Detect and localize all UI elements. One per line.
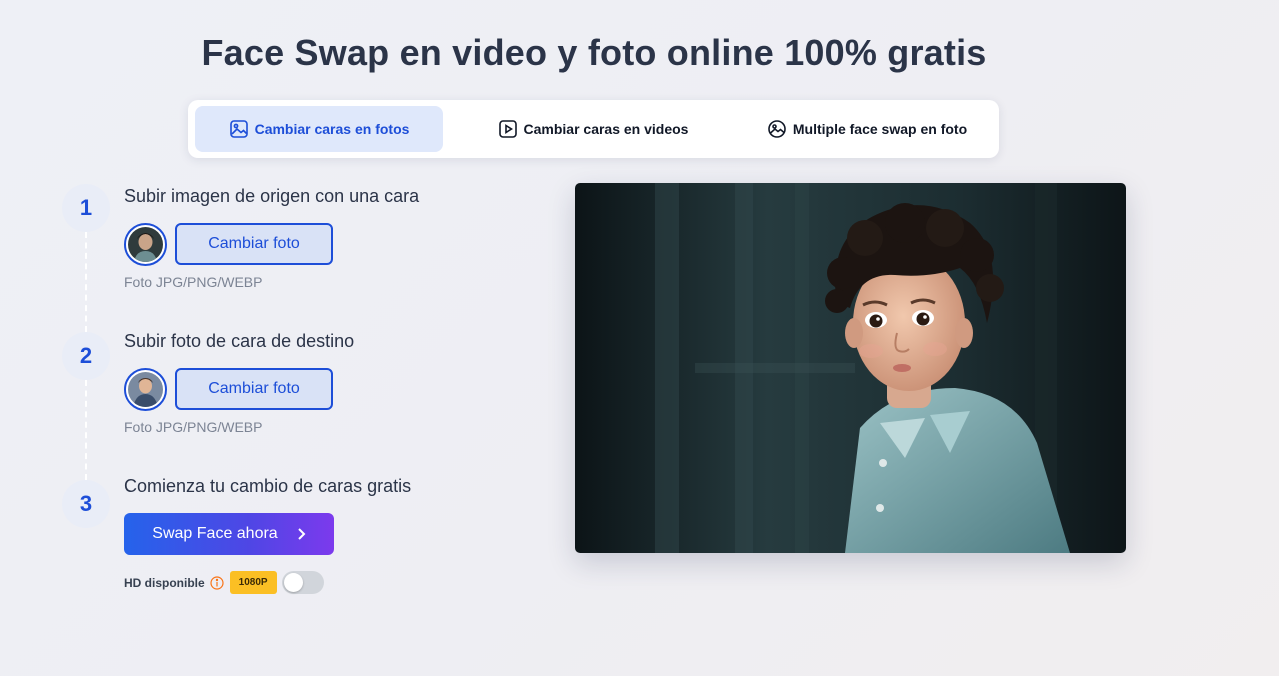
multi-face-image-icon — [767, 119, 787, 139]
step-3-number: 3 — [62, 480, 110, 528]
change-target-photo-button[interactable]: Cambiar foto — [175, 368, 333, 410]
tab-multiple-label: Multiple face swap en foto — [792, 121, 968, 137]
step-2-number: 2 — [62, 332, 110, 380]
result-preview-image — [575, 183, 1126, 553]
source-face-thumbnail[interactable] — [124, 223, 167, 266]
tab-photos[interactable]: Cambiar caras en fotos — [195, 106, 443, 152]
hd-toggle-knob — [283, 573, 303, 592]
hd-toggle[interactable] — [281, 571, 324, 594]
step-2-title: Subir foto de cara de destino — [124, 331, 355, 351]
hd-option-row: HD disponible 1080P — [124, 571, 324, 594]
target-face-thumbnail[interactable] — [124, 368, 167, 411]
step-2-formats: Foto JPG/PNG/WEBP — [124, 419, 263, 435]
page-title: Face Swap en video y foto online 100% gr… — [201, 32, 987, 73]
info-icon[interactable] — [210, 575, 224, 590]
swap-face-button-label: Swap Face ahora — [152, 525, 278, 542]
tab-videos[interactable]: Cambiar caras en videos — [443, 106, 743, 152]
play-square-icon — [498, 119, 518, 139]
swap-face-button[interactable]: Swap Face ahora — [124, 513, 334, 555]
step-3-title: Comienza tu cambio de caras gratis — [124, 476, 412, 496]
step-1-formats: Foto JPG/PNG/WEBP — [124, 274, 263, 290]
tab-photos-label: Cambiar caras en fotos — [254, 121, 410, 137]
change-source-photo-button[interactable]: Cambiar foto — [175, 223, 333, 265]
resolution-badge: 1080P — [229, 571, 277, 594]
image-icon — [229, 119, 249, 139]
chevron-right-icon — [296, 527, 306, 541]
step-1-title: Subir imagen de origen con una cara — [124, 186, 420, 206]
tab-videos-label: Cambiar caras en videos — [523, 121, 689, 137]
mode-tabs: Cambiar caras en fotos Cambiar caras en … — [188, 100, 999, 158]
step-connector — [85, 232, 87, 332]
step-connector — [85, 380, 87, 480]
hd-label: HD disponible — [124, 575, 205, 590]
tab-multiple[interactable]: Multiple face swap en foto — [743, 106, 991, 152]
step-1-number: 1 — [62, 184, 110, 232]
